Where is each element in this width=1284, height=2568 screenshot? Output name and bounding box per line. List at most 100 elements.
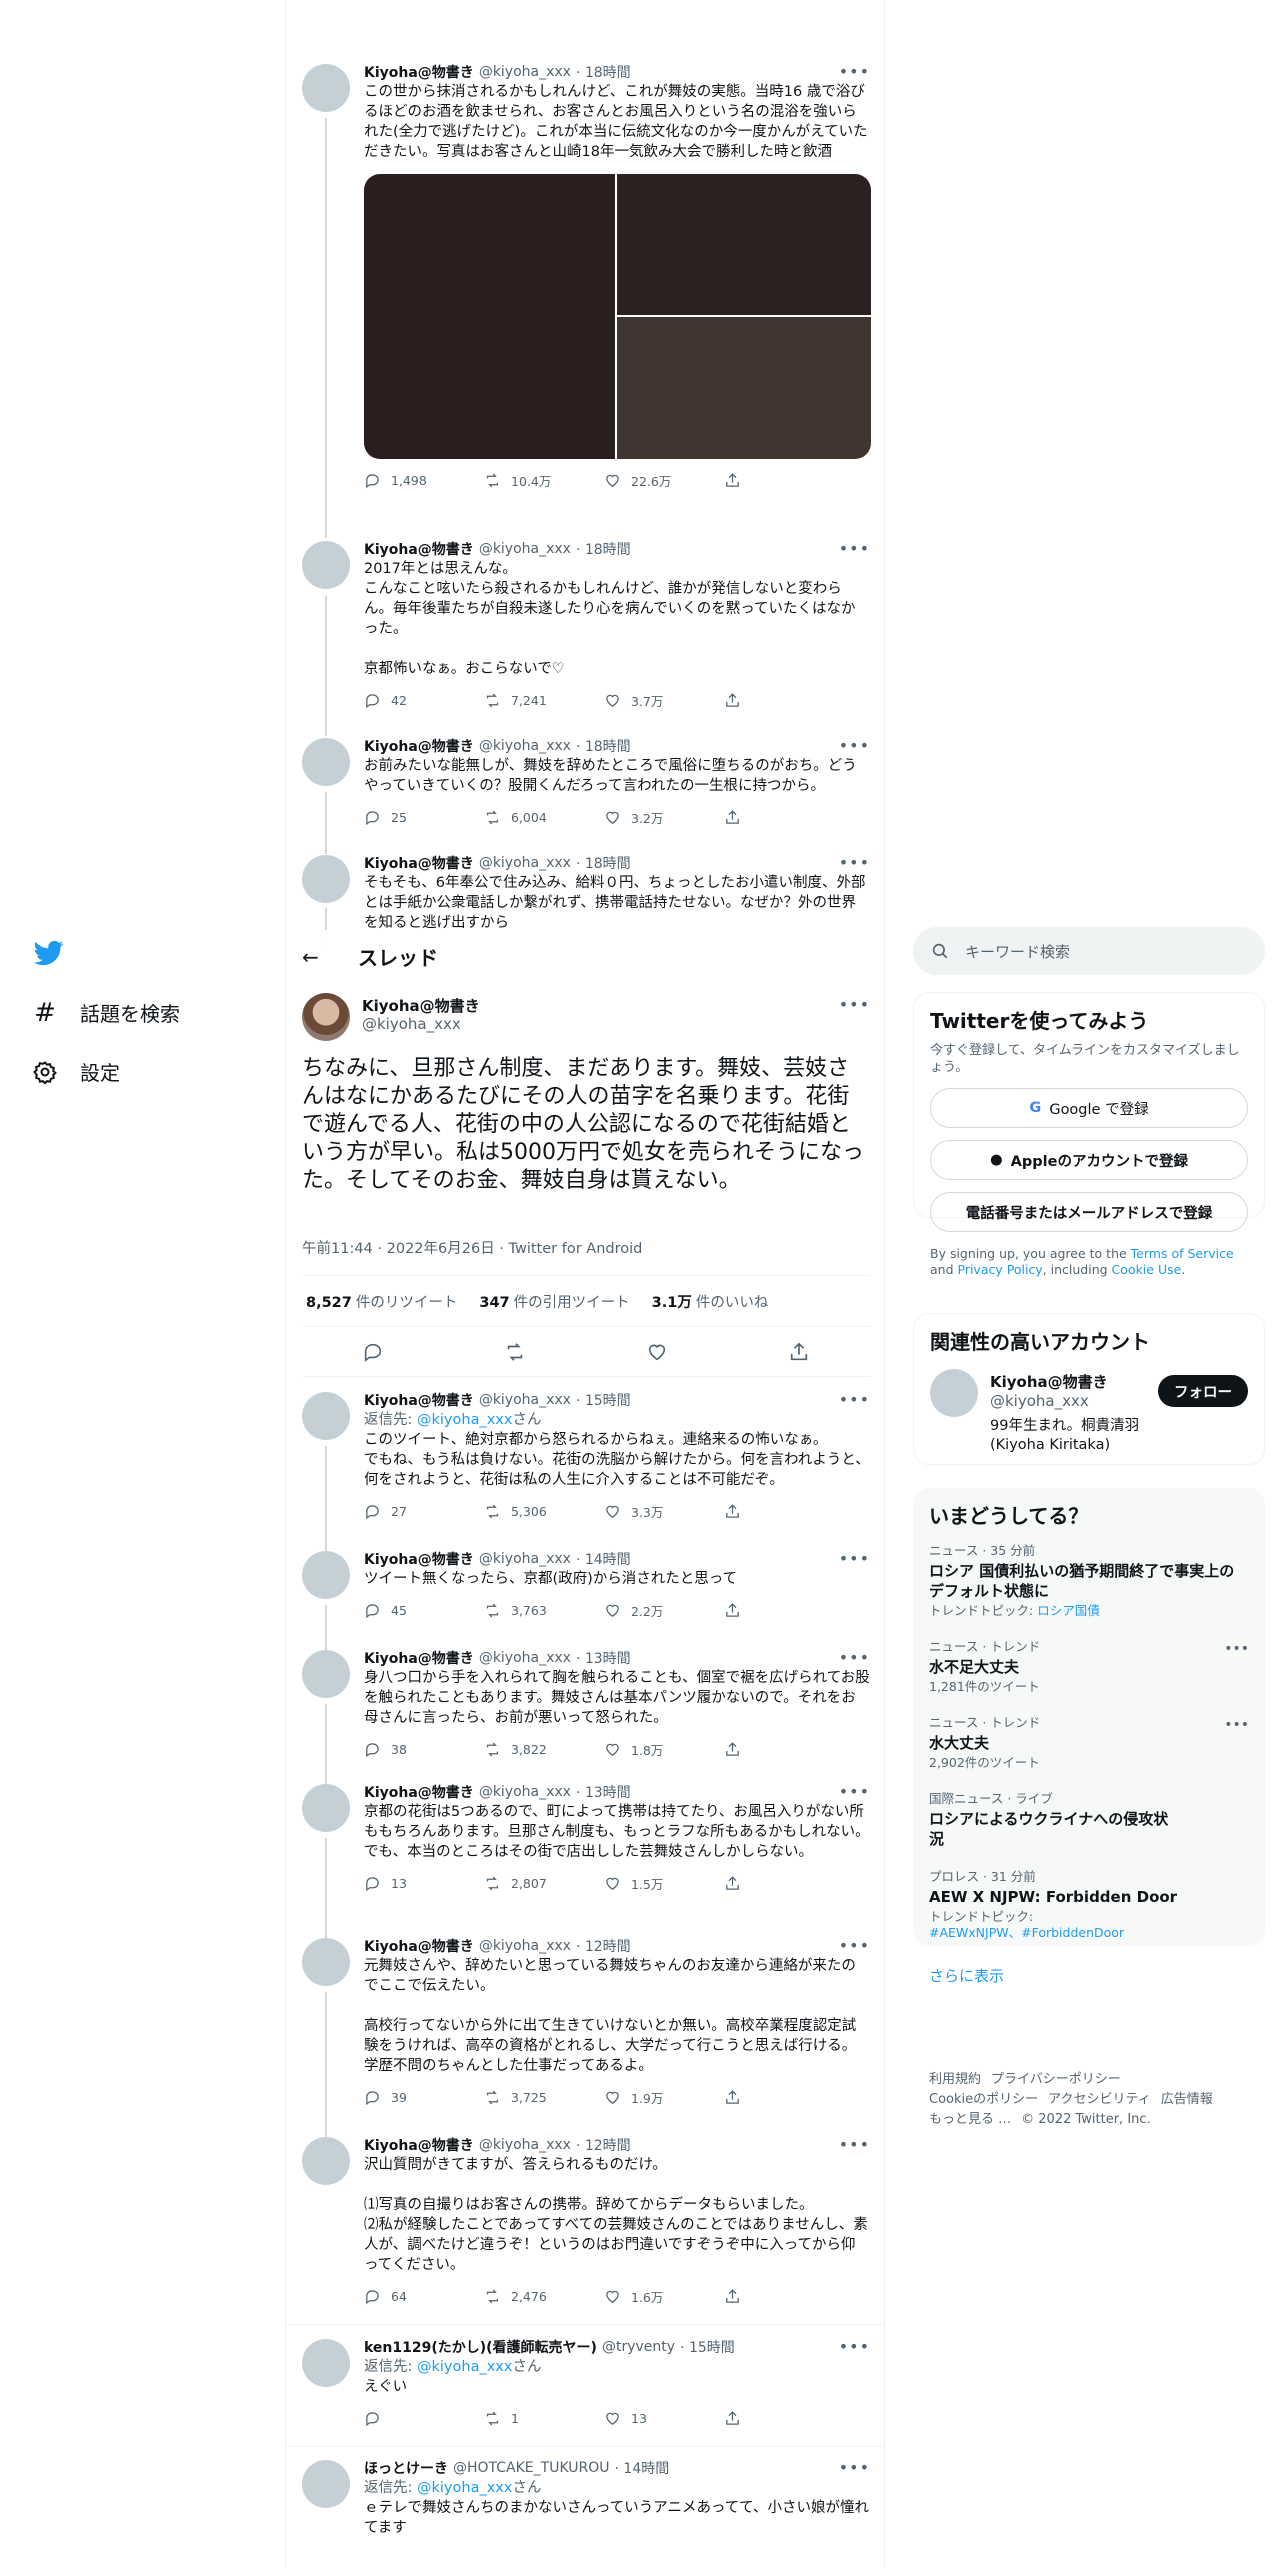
avatar[interactable] xyxy=(302,855,350,903)
tweet[interactable]: ••• Kiyoha@物書き @kiyoha_xxx · 18時間 そもそも、6年奉… xyxy=(286,853,884,930)
terms-link[interactable]: Terms of Service xyxy=(1131,1246,1234,1261)
tweet-author-name[interactable]: Kiyoha@物書き xyxy=(364,1648,474,1668)
more-icon[interactable]: ••• xyxy=(839,2458,870,2477)
nav-settings[interactable]: 設定 xyxy=(32,1057,120,1086)
heart-icon[interactable] xyxy=(646,1341,668,1363)
phone-email-signup-button[interactable]: 電話番号またはメールアドレスで登録 xyxy=(930,1192,1248,1232)
tweet-time[interactable]: · 12時間 xyxy=(576,1936,631,1956)
trend-topic-link[interactable]: ロシア国債 xyxy=(1037,1603,1100,1618)
tweet-author-handle[interactable]: @kiyoha_xxx xyxy=(479,1784,571,1800)
tweet-author-handle[interactable]: @kiyoha_xxx xyxy=(479,1551,571,1567)
share-button[interactable] xyxy=(724,1741,844,1758)
retweet-button[interactable]: 6,004 xyxy=(484,809,604,826)
reply-button[interactable]: 27 xyxy=(364,1503,484,1520)
retweet-button[interactable]: 3,763 xyxy=(484,1602,604,1619)
tweet-author-handle[interactable]: @tryventy xyxy=(602,2339,675,2355)
avatar[interactable] xyxy=(302,1392,350,1440)
follow-button[interactable]: フォロー xyxy=(1158,1375,1248,1407)
tweet[interactable]: ••• Kiyoha@物書き @kiyoha_xxx · 18時間 2017年とは思… xyxy=(286,539,884,711)
tweet-time[interactable]: · 15時間 xyxy=(576,1390,631,1410)
more-icon[interactable]: ••• xyxy=(839,1549,870,1568)
retweet-icon[interactable] xyxy=(504,1341,526,1363)
avatar[interactable] xyxy=(302,1938,350,1986)
related-account[interactable]: Kiyoha@物書き @kiyoha_xxx 99年生まれ。桐貴清羽(Kiyoh… xyxy=(914,1355,1264,1455)
reply-to-link[interactable]: @kiyoha_xxx xyxy=(417,2359,512,2375)
reply-tweet[interactable]: ••• ほっとけーき @HOTCAKE_TUKUROU · 14時間 返信先: @k… xyxy=(286,2458,884,2538)
more-icon[interactable]: ••• xyxy=(1224,1717,1249,1733)
reply-tweet[interactable]: ••• Kiyoha@物書き @kiyoha_xxx · 13時間 身八つ口から手を… xyxy=(286,1648,884,1760)
tweet-author-name[interactable]: Kiyoha@物書き xyxy=(364,1782,474,1802)
reply-button[interactable]: 39 xyxy=(364,2089,484,2106)
reply-icon[interactable] xyxy=(362,1341,384,1363)
reply-to-link[interactable]: @kiyoha_xxx xyxy=(417,1412,512,1428)
tweet[interactable]: ••• Kiyoha@物書き @kiyoha_xxx · 18時間 お前みたいな能無… xyxy=(286,736,884,828)
avatar[interactable] xyxy=(302,1551,350,1599)
like-button[interactable]: 3.3万 xyxy=(604,1502,724,1521)
tweet-author-handle[interactable]: @kiyoha_xxx xyxy=(479,1392,571,1408)
footer-link[interactable]: Cookieのポリシー xyxy=(929,2092,1038,2107)
tweet-time[interactable]: · 12時間 xyxy=(576,2135,631,2155)
likes-stat[interactable]: 3.1万 件のいいね xyxy=(652,1291,769,1312)
reply-button[interactable] xyxy=(364,2410,484,2427)
retweet-button[interactable]: 3,822 xyxy=(484,1741,604,1758)
share-button[interactable] xyxy=(724,1503,844,1520)
like-button[interactable]: 1.5万 xyxy=(604,1874,724,1893)
tweet-author-name[interactable]: Kiyoha@物書き xyxy=(364,1390,474,1410)
avatar[interactable] xyxy=(302,993,350,1041)
tweet-author-name[interactable]: Kiyoha@物書き xyxy=(364,539,474,559)
search-input[interactable]: キーワード検索 xyxy=(913,927,1265,975)
share-button[interactable] xyxy=(724,2288,844,2305)
tweet-photo[interactable] xyxy=(617,317,871,459)
tweet-time[interactable]: · 15時間 xyxy=(680,2337,735,2357)
avatar[interactable] xyxy=(302,1784,350,1832)
tweet-photo[interactable] xyxy=(364,174,615,459)
tweet-time[interactable]: · 14時間 xyxy=(576,1549,631,1569)
share-button[interactable] xyxy=(724,2410,844,2427)
reply-tweet[interactable]: ••• Kiyoha@物書き @kiyoha_xxx · 15時間 返信先: @ki… xyxy=(286,1390,884,1522)
reply-tweet[interactable]: ••• Kiyoha@物書き @kiyoha_xxx · 12時間 元舞妓さんや、辞… xyxy=(286,1936,884,2108)
share-button[interactable] xyxy=(724,1602,844,1619)
more-icon[interactable]: ••• xyxy=(839,1390,870,1409)
reply-tweet[interactable]: ••• Kiyoha@物書き @kiyoha_xxx · 12時間 沢山質問がきてま… xyxy=(286,2135,884,2307)
nav-explore[interactable]: # 話題を検索 xyxy=(32,998,180,1028)
retweet-button[interactable]: 1 xyxy=(484,2410,604,2427)
apple-signup-button[interactable]: ● Appleのアカウントで登録 xyxy=(930,1140,1248,1180)
reply-button[interactable]: 13 xyxy=(364,1875,484,1892)
like-button[interactable]: 13 xyxy=(604,2410,724,2427)
reply-tweet[interactable]: ••• Kiyoha@物書き @kiyoha_xxx · 14時間 ツイート無くなっ… xyxy=(286,1549,884,1621)
twitter-logo-icon[interactable] xyxy=(32,938,66,968)
account-name[interactable]: Kiyoha@物書き xyxy=(990,1371,1108,1392)
more-icon[interactable]: ••• xyxy=(839,2337,870,2356)
tweet-author-handle[interactable]: @kiyoha_xxx xyxy=(479,2137,571,2153)
retweet-button[interactable]: 3,725 xyxy=(484,2089,604,2106)
tweet-time[interactable]: · 13時間 xyxy=(576,1782,631,1802)
tweet-author-name[interactable]: Kiyoha@物書き xyxy=(364,736,474,756)
account-handle[interactable]: @kiyoha_xxx xyxy=(990,1392,1089,1410)
cookie-link[interactable]: Cookie Use xyxy=(1112,1262,1182,1277)
tweet-author-handle[interactable]: @kiyoha_xxx xyxy=(479,855,571,871)
avatar[interactable] xyxy=(302,1650,350,1698)
tweet-author-handle[interactable]: @kiyoha_xxx xyxy=(479,64,571,80)
trend-item[interactable]: 国際ニュース · ライブ ロシアによるウクライナへの侵攻状況 xyxy=(913,1781,1265,1859)
tweet-timestamp[interactable]: 午前11:44 · 2022年6月26日 · Twitter for Andro… xyxy=(302,1237,642,1258)
more-icon[interactable]: ••• xyxy=(839,853,870,872)
reply-button[interactable]: 45 xyxy=(364,1602,484,1619)
retweet-button[interactable]: 5,306 xyxy=(484,1503,604,1520)
like-button[interactable]: 2.2万 xyxy=(604,1601,724,1620)
avatar[interactable] xyxy=(302,2137,350,2185)
more-icon[interactable]: ••• xyxy=(839,995,870,1014)
back-arrow-icon[interactable]: ← xyxy=(302,945,358,969)
tweet-time[interactable]: · 13時間 xyxy=(576,1648,631,1668)
tweet[interactable]: ••• Kiyoha@物書き @kiyoha_xxx · 18時間 この世から抹消さ… xyxy=(286,62,884,491)
avatar[interactable] xyxy=(302,738,350,786)
tweet-time[interactable]: · 14時間 xyxy=(615,2458,670,2478)
tweet-author-handle[interactable]: @kiyoha_xxx xyxy=(479,1650,571,1666)
retweets-stat[interactable]: 8,527 件のリツイート xyxy=(306,1291,457,1312)
quotes-stat[interactable]: 347 件の引用ツイート xyxy=(479,1291,629,1312)
avatar[interactable] xyxy=(930,1369,978,1417)
reply-tweet[interactable]: ••• ken1129(たかし)(看護師転売ヤー) @tryventy · 15時間… xyxy=(286,2337,884,2429)
avatar[interactable] xyxy=(302,64,350,112)
tweet-author-name[interactable]: ken1129(たかし)(看護師転売ヤー) xyxy=(364,2337,597,2357)
tweet-author-handle[interactable]: @kiyoha_xxx xyxy=(362,1015,461,1033)
retweet-button[interactable]: 10.4万 xyxy=(484,471,604,490)
